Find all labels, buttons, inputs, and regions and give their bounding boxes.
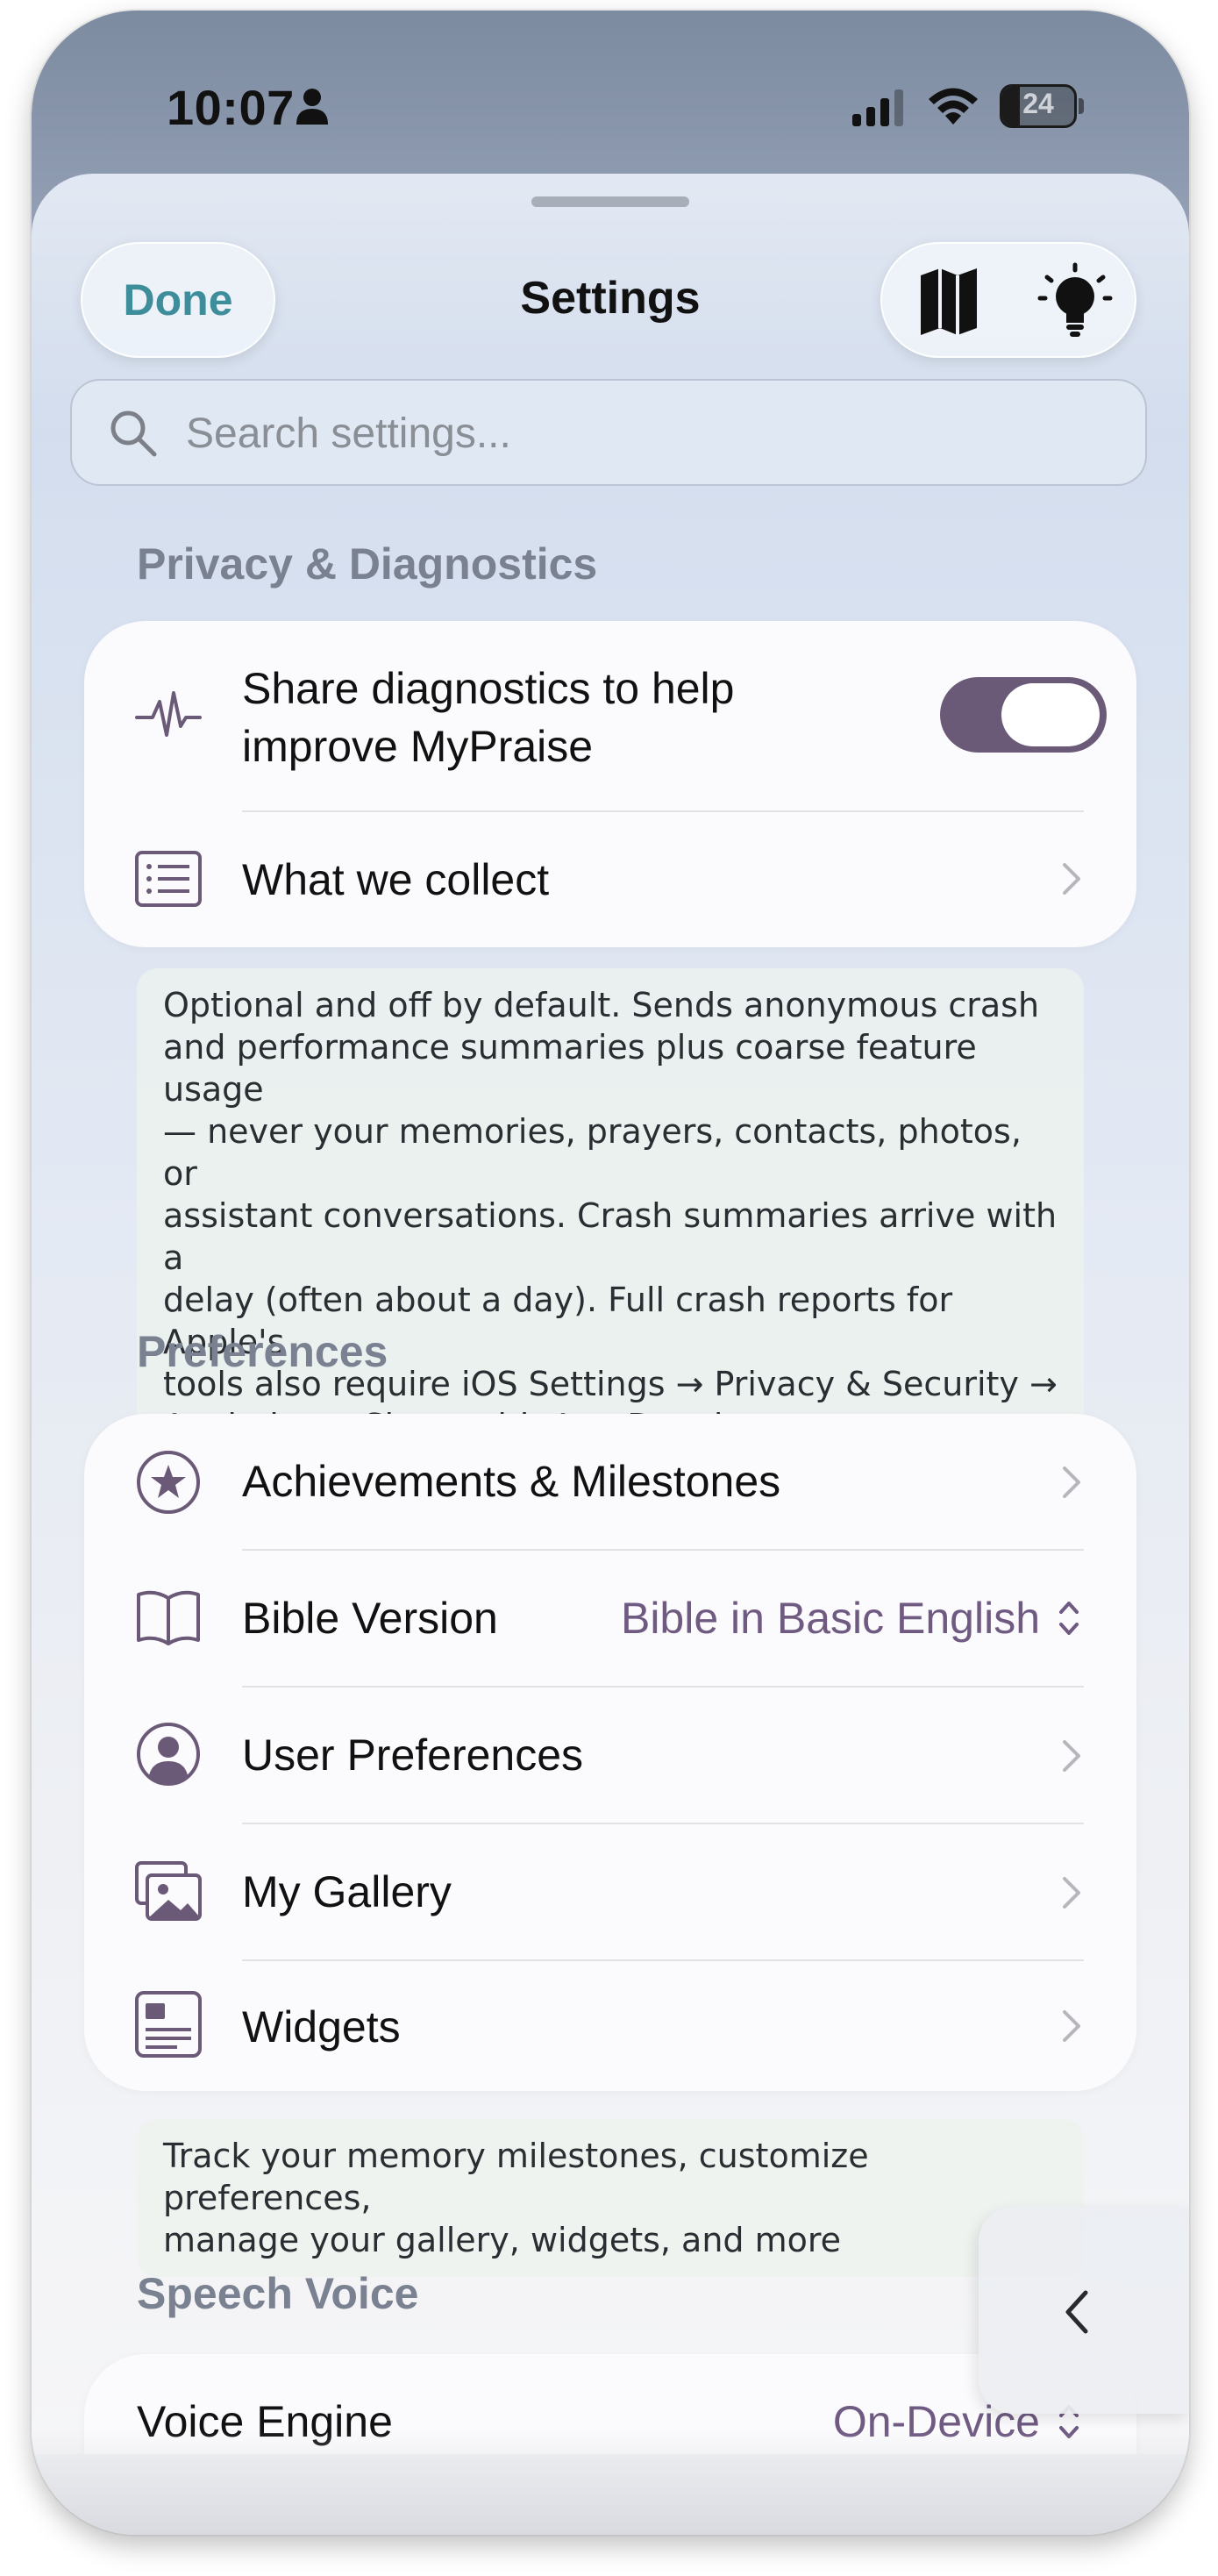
preferences-footnote: Track your memory milestones, customize … [137, 2119, 1084, 2277]
user-preferences-label: User Preferences [242, 1730, 584, 1780]
battery-indicator: 24 [1000, 84, 1084, 128]
nav-bar: Done Settings [32, 235, 1189, 367]
widgets-row[interactable]: Widgets [84, 1961, 1136, 2091]
chevron-right-icon [1063, 2010, 1080, 2042]
device-frame: 10:07 24 Done Settings Search settings..… [32, 11, 1189, 2535]
my-gallery-row[interactable]: My Gallery [84, 1824, 1136, 1959]
chevron-right-icon [1063, 1466, 1080, 1498]
section-header-speech-voice: Speech Voice [137, 2269, 419, 2318]
privacy-footnote: Optional and off by default. Sends anony… [137, 968, 1084, 1463]
person-icon [296, 89, 328, 125]
privacy-card: Share diagnostics to help improve MyPrai… [84, 621, 1136, 947]
photos-icon [135, 1861, 202, 1921]
lightbulb-icon[interactable] [1029, 261, 1121, 342]
achievements-label: Achievements & Milestones [242, 1457, 781, 1506]
person-circle-icon [137, 1723, 200, 1786]
bible-version-label: Bible Version [242, 1594, 498, 1643]
list-icon [135, 851, 202, 907]
search-bar[interactable] [70, 379, 1147, 486]
wifi-icon [929, 88, 978, 125]
search-icon [110, 410, 157, 457]
achievements-row[interactable]: Achievements & Milestones [84, 1414, 1136, 1549]
bottom-fade [32, 2430, 1189, 2535]
status-time: 10:07 [167, 80, 295, 135]
cellular-signal-icon [852, 89, 903, 126]
share-diagnostics-toggle[interactable] [940, 677, 1107, 753]
bible-version-row[interactable]: Bible Version Bible in Basic English [84, 1551, 1136, 1686]
my-gallery-label: My Gallery [242, 1867, 452, 1916]
chevron-up-down-icon [1059, 1602, 1079, 1635]
section-header-privacy: Privacy & Diagnostics [137, 539, 598, 589]
what-we-collect-label: What we collect [242, 855, 550, 904]
chevron-right-icon [1063, 1877, 1080, 1909]
what-we-collect-row[interactable]: What we collect [84, 812, 1136, 947]
chevron-right-icon [1063, 863, 1080, 895]
star-circle-icon [137, 1451, 200, 1514]
sheet-grabber[interactable] [531, 196, 689, 207]
widget-icon [135, 1991, 202, 2058]
chevron-left-icon [1065, 2290, 1088, 2334]
share-diagnostics-label: Share diagnostics to help improve MyPrai… [242, 664, 735, 771]
map-icon[interactable] [903, 265, 994, 339]
preferences-card: Achievements & Milestones Bible Version … [84, 1414, 1136, 2091]
toggle-knob [1001, 683, 1100, 746]
chevron-right-icon [1063, 1740, 1080, 1772]
section-header-preferences: Preferences [137, 1327, 388, 1376]
settings-sheet: Done Settings Search settings... Privacy… [32, 174, 1189, 2454]
search-input[interactable] [186, 398, 1115, 468]
floating-back-tab[interactable] [979, 2207, 1189, 2414]
widgets-label: Widgets [242, 2002, 401, 2052]
battery-level-text: 24 [1022, 88, 1054, 119]
user-preferences-row[interactable]: User Preferences [84, 1688, 1136, 1823]
share-diagnostics-row[interactable]: Share diagnostics to help improve MyPrai… [84, 621, 1136, 810]
waveform-icon [135, 691, 202, 737]
book-icon [137, 1590, 200, 1645]
nav-action-group [880, 242, 1136, 358]
bible-version-value[interactable]: Bible in Basic English [621, 1593, 1040, 1644]
status-bar: 10:07 24 [32, 11, 1189, 177]
